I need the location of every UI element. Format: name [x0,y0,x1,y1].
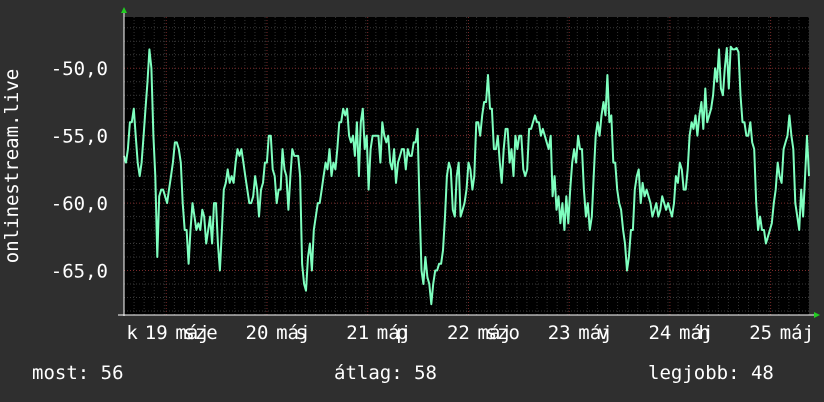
stat-average: átlag: 58 [334,362,437,384]
x-tick-label: 23 [548,322,571,344]
x-tick-label: v [598,322,609,344]
x-tick-label: 19 [145,322,168,344]
y-tick-label: -50,0 [51,58,108,80]
x-tick-label: s [296,322,307,344]
x-tick-label: 21 [346,322,369,344]
x-tick-label: 25 [749,322,772,344]
y-axis-arrow [121,7,127,13]
x-axis-arrow [814,312,820,318]
x-tick-label: 22 [447,322,470,344]
y-tick-label: -65,0 [51,261,108,283]
y-tick-label: -60,0 [51,193,108,215]
y-tick-label: -55,0 [51,126,108,148]
x-tick-label: máj [780,322,814,344]
x-tick-labels: k 19 májsze 20 májs 21 májp 22 májszo 23 májv 24 máj… [126,322,814,344]
x-tick-label: szo [486,322,520,344]
y-tick-labels: -50,0 -55,0 -60,0 -65,0 [51,58,108,282]
x-tick-label: sze [183,322,217,344]
stat-current: most: 56 [32,362,124,384]
x-tick-label: p [396,322,407,344]
x-tick-label: h [699,322,710,344]
x-tick-label: 20 [246,322,269,344]
x-tick-label: k [126,322,138,344]
stat-best: legjobb: 48 [648,362,774,384]
y-axis-title: onlinestream.live [1,69,23,263]
x-tick-label: 24 [648,322,671,344]
chart: -50,0-55,0-60,0-65,0 k 19 májsze 20 májs 21 má… [1,7,820,344]
